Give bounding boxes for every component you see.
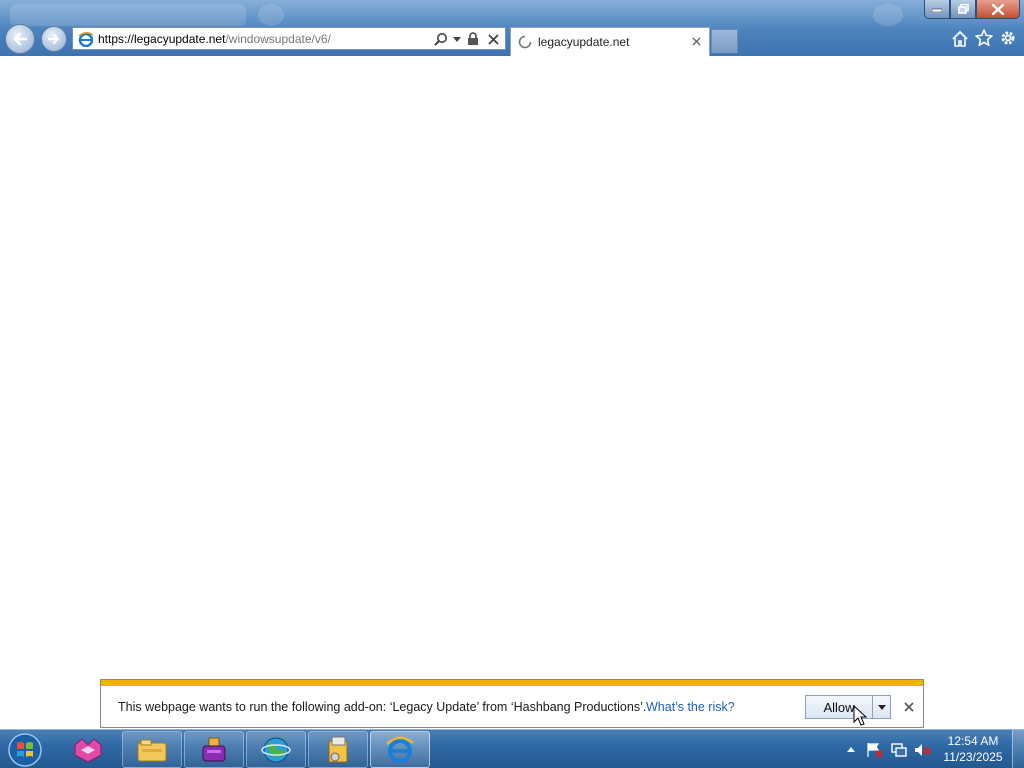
tab-title: legacyupdate.net (538, 35, 630, 49)
back-button[interactable] (5, 24, 35, 54)
taskbar-internet-explorer[interactable] (370, 731, 430, 768)
close-icon (904, 702, 914, 712)
security-lock-button[interactable] (465, 30, 481, 48)
action-center-button[interactable] (866, 741, 884, 759)
loading-spinner-icon (518, 35, 532, 49)
mouse-cursor-icon (853, 705, 868, 726)
app-pink-icon (74, 737, 102, 763)
addon-notification-bar: This webpage wants to run the following … (100, 679, 924, 728)
minimize-icon (932, 8, 942, 12)
show-desktop-button[interactable] (1012, 730, 1024, 768)
forward-button[interactable] (41, 26, 67, 52)
url-text[interactable]: https://legacyupdate.net/windowsupdate/v… (98, 32, 331, 46)
network-button[interactable] (890, 741, 908, 759)
clock-time: 12:54 AM (947, 734, 999, 748)
background-ghost-button-right (873, 4, 903, 26)
page-content (0, 56, 1024, 729)
system-clock[interactable]: 12:54 AM 11/23/2025 (938, 733, 1008, 765)
show-hidden-icons-arrow (847, 747, 855, 752)
tab-close-button[interactable] (689, 34, 703, 48)
search-button[interactable] (433, 30, 449, 48)
system-tray (842, 730, 932, 768)
network-icon (891, 742, 907, 757)
home-icon (952, 30, 968, 47)
forward-arrow-icon (47, 33, 60, 45)
background-ghost-button (258, 4, 284, 26)
clock-date: 11/23/2025 (943, 750, 1003, 764)
show-hidden-icons-button[interactable] (842, 741, 860, 759)
install-package-icon (328, 736, 348, 762)
dropdown-icon (453, 36, 461, 42)
taskbar-file-explorer[interactable] (122, 731, 182, 768)
restore-icon (957, 4, 969, 14)
window-controls (924, 0, 1020, 19)
toaster-app-icon (202, 737, 226, 761)
ie-page-icon (76, 29, 96, 49)
url-path: /windowsupdate/v6/ (225, 31, 331, 46)
settings-gear-icon (1001, 31, 1015, 45)
search-icon (434, 33, 447, 46)
address-dropdown-button[interactable] (453, 30, 461, 48)
allow-dropdown-button[interactable] (873, 695, 891, 719)
stop-button[interactable] (485, 30, 501, 48)
address-tools (433, 30, 501, 48)
file-explorer-icon (137, 739, 167, 761)
restore-button[interactable] (950, 0, 976, 19)
whats-the-risk-link[interactable]: What’s the risk? (646, 700, 735, 714)
close-icon (692, 37, 700, 45)
volume-muted-icon (915, 743, 931, 756)
back-arrow-icon (13, 32, 28, 46)
minimize-button[interactable] (924, 0, 950, 19)
notification-accent (101, 680, 923, 686)
command-icons (950, 28, 1018, 48)
volume-button[interactable] (914, 741, 932, 759)
close-button[interactable] (976, 0, 1020, 19)
favorites-button[interactable] (974, 28, 994, 48)
start-button[interactable] (4, 731, 46, 768)
notification-close-button[interactable] (902, 700, 916, 714)
taskbar: 12:54 AM 11/23/2025 (0, 729, 1024, 768)
browser-chrome: https://legacyupdate.net/windowsupdate/v… (0, 0, 1024, 56)
close-icon (992, 3, 1004, 15)
notification-message: This webpage wants to run the following … (118, 700, 647, 714)
stop-icon (487, 33, 499, 45)
taskbar-globe-app[interactable] (246, 731, 306, 768)
taskbar-install-package[interactable] (308, 731, 368, 768)
taskbar-toaster-app[interactable] (184, 731, 244, 768)
chevron-down-icon (877, 704, 886, 710)
tools-button[interactable] (998, 28, 1018, 48)
new-tab-button[interactable] (711, 29, 738, 53)
globe-app-icon (261, 737, 291, 762)
url-host: https://legacyupdate.net (98, 31, 226, 46)
taskbar-app-pink[interactable] (58, 731, 118, 768)
background-ghost-tab (10, 4, 246, 26)
start-orb-icon (8, 732, 42, 767)
allow-split-button: Allow (805, 695, 891, 719)
favorites-star-icon (975, 29, 993, 47)
lock-icon (468, 32, 478, 45)
home-button[interactable] (950, 28, 970, 48)
action-center-flag-icon (867, 742, 883, 758)
address-bar[interactable]: https://legacyupdate.net/windowsupdate/v… (72, 27, 506, 50)
tab-legacyupdate[interactable]: legacyupdate.net (510, 27, 710, 56)
internet-explorer-icon (386, 736, 414, 763)
